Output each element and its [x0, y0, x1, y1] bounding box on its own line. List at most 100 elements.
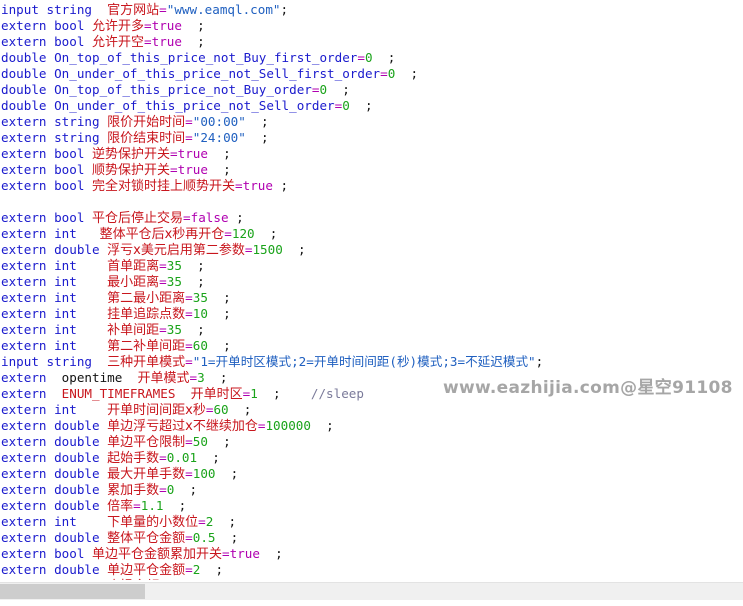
- code-token: 下单量的小数位: [107, 515, 199, 530]
- code-line[interactable]: extern bool 顺势保护开关=true ;: [0, 162, 743, 178]
- code-token: extern double: [1, 562, 108, 577]
- code-line[interactable]: double On_under_of_this_price_not_Sell_f…: [0, 66, 743, 82]
- code-line[interactable]: extern int 开单时间间距x秒=60 ;: [0, 402, 743, 418]
- code-line[interactable]: extern bool 逆势保护开关=true ;: [0, 146, 743, 162]
- code-token: On_under_of_this_price_not_Sell_order: [54, 98, 335, 113]
- code-line[interactable]: extern double 累加手数=0 ;: [0, 482, 743, 498]
- code-editor[interactable]: input string 官方网站="www.eamql.com"; extern…: [0, 2, 743, 580]
- code-line[interactable]: extern double 起始手数=0.01 ;: [0, 450, 743, 466]
- code-token: ;: [215, 466, 239, 481]
- code-token: 开单时区: [190, 387, 243, 402]
- code-token: 100: [192, 466, 216, 481]
- code-line[interactable]: double On_top_of_this_price_not_Buy_firs…: [0, 50, 743, 66]
- code-token: extern bool: [1, 18, 92, 33]
- watermark: www.eazhijia.com@星空91108: [443, 378, 733, 398]
- code-token: =: [185, 434, 193, 449]
- code-token: =: [185, 530, 193, 545]
- code-token: "24:00": [192, 130, 246, 145]
- code-token: extern double: [1, 530, 108, 545]
- code-line[interactable]: extern double 止损金额=0 ;: [0, 578, 743, 580]
- code-token: =: [159, 450, 167, 465]
- code-token: extern int: [1, 514, 108, 529]
- code-line[interactable]: extern int 补单间距=35 ;: [0, 322, 743, 338]
- code-token: =: [185, 466, 193, 481]
- code-line[interactable]: extern double 单边平仓限制=50 ;: [0, 434, 743, 450]
- code-token: 50: [192, 434, 208, 449]
- code-line[interactable]: extern bool 平仓后停止交易=false ;: [0, 210, 743, 226]
- code-token: ;: [181, 258, 205, 273]
- code-line[interactable]: extern int 最小距离=35 ;: [0, 274, 743, 290]
- code-token: 60: [192, 338, 208, 353]
- code-token: ;: [181, 322, 205, 337]
- code-token: =: [159, 2, 167, 17]
- code-line[interactable]: extern int 首单距离=35 ;: [0, 258, 743, 274]
- code-token: =: [357, 50, 365, 65]
- code-line[interactable]: extern int 挂单追踪点数=10 ;: [0, 306, 743, 322]
- code-token: double: [1, 98, 55, 113]
- code-token: ;: [174, 482, 198, 497]
- code-token: 限价结束时间: [107, 131, 186, 146]
- code-token: ENUM_TIMEFRAMES: [61, 386, 191, 401]
- code-token: On_top_of_this_price_not_Buy_order: [54, 82, 312, 97]
- code-token: 1.1: [140, 498, 164, 513]
- code-line[interactable]: extern double 浮亏x美元启用第二参数=1500 ;: [0, 242, 743, 258]
- code-token: =: [189, 370, 198, 385]
- code-token: extern double: [1, 578, 107, 580]
- code-token: =: [235, 178, 243, 193]
- code-line[interactable]: double On_under_of_this_price_not_Sell_o…: [0, 98, 743, 114]
- code-token: input string: [1, 354, 108, 369]
- code-token: ;: [257, 386, 311, 401]
- code-token: extern: [1, 386, 62, 401]
- code-token: extern int: [1, 258, 108, 273]
- code-token: =: [380, 66, 388, 81]
- code-token: double: [1, 66, 55, 81]
- code-token: 整体平仓后x秒再开仓: [99, 227, 225, 242]
- code-token: 累加手数: [107, 483, 160, 498]
- code-token: 平仓后停止交易: [92, 211, 184, 226]
- code-token: 1: [250, 386, 258, 401]
- code-token: 允许开空: [92, 35, 145, 50]
- code-token: ;: [259, 546, 283, 561]
- code-token: 限价开始时间: [107, 115, 186, 130]
- code-line[interactable]: extern int 第二补单间距=60 ;: [0, 338, 743, 354]
- code-line[interactable]: extern bool 允许开空=true ;: [0, 34, 743, 50]
- code-line[interactable]: extern string 限价开始时间="00:00" ;: [0, 114, 743, 130]
- code-token: 挂单追踪点数: [107, 307, 186, 322]
- code-line[interactable]: double On_top_of_this_price_not_Buy_orde…: [0, 82, 743, 98]
- code-token: ;: [272, 178, 289, 193]
- code-line[interactable]: extern double 单边平仓金额=2 ;: [0, 562, 743, 578]
- code-line[interactable]: extern bool 允许开多=true ;: [0, 18, 743, 34]
- code-line[interactable]: extern int 下单量的小数位=2 ;: [0, 514, 743, 530]
- code-token: 单边浮亏超过x不继续加仓: [107, 419, 258, 434]
- code-token: extern bool: [1, 34, 92, 49]
- code-line[interactable]: extern double 最大开单手数=100 ;: [0, 466, 743, 482]
- code-token: extern bool: [1, 546, 92, 561]
- code-token: 单边平仓金额: [107, 563, 186, 578]
- code-token: extern int: [1, 338, 108, 353]
- code-line[interactable]: input string 三种开单模式="1=开单时区模式;2=开单时间间距(秒…: [0, 354, 743, 370]
- code-token: ;: [174, 578, 198, 580]
- code-line[interactable]: [0, 194, 743, 210]
- code-token: 35: [166, 274, 182, 289]
- code-token: 35: [166, 258, 182, 273]
- code-token: extern double: [1, 418, 108, 433]
- scrollbar-thumb[interactable]: [0, 584, 145, 599]
- code-token: 逆势保护开关: [92, 147, 171, 162]
- code-line[interactable]: extern double 倍率=1.1 ;: [0, 498, 743, 514]
- code-token: true: [177, 146, 208, 161]
- code-token: ;: [372, 50, 396, 65]
- code-line[interactable]: extern int 整体平仓后x秒再开仓=120 ;: [0, 226, 743, 242]
- code-line[interactable]: extern double 整体平仓金额=0.5 ;: [0, 530, 743, 546]
- code-line[interactable]: extern double 单边浮亏超过x不继续加仓=100000 ;: [0, 418, 743, 434]
- code-line[interactable]: extern bool 单边平仓金额累加开关=true ;: [0, 546, 743, 562]
- horizontal-scrollbar[interactable]: [0, 582, 743, 600]
- code-token: =: [159, 274, 167, 289]
- code-token: =: [185, 114, 193, 129]
- code-line[interactable]: extern string 限价结束时间="24:00" ;: [0, 130, 743, 146]
- code-line[interactable]: input string 官方网站="www.eamql.com";: [0, 2, 743, 18]
- code-token: 35: [192, 290, 208, 305]
- code-line[interactable]: extern int 第二最小距离=35 ;: [0, 290, 743, 306]
- code-token: extern double: [1, 466, 108, 481]
- code-token: =: [159, 322, 167, 337]
- code-line[interactable]: extern bool 完全对锁时挂上顺势开关=true ;: [0, 178, 743, 194]
